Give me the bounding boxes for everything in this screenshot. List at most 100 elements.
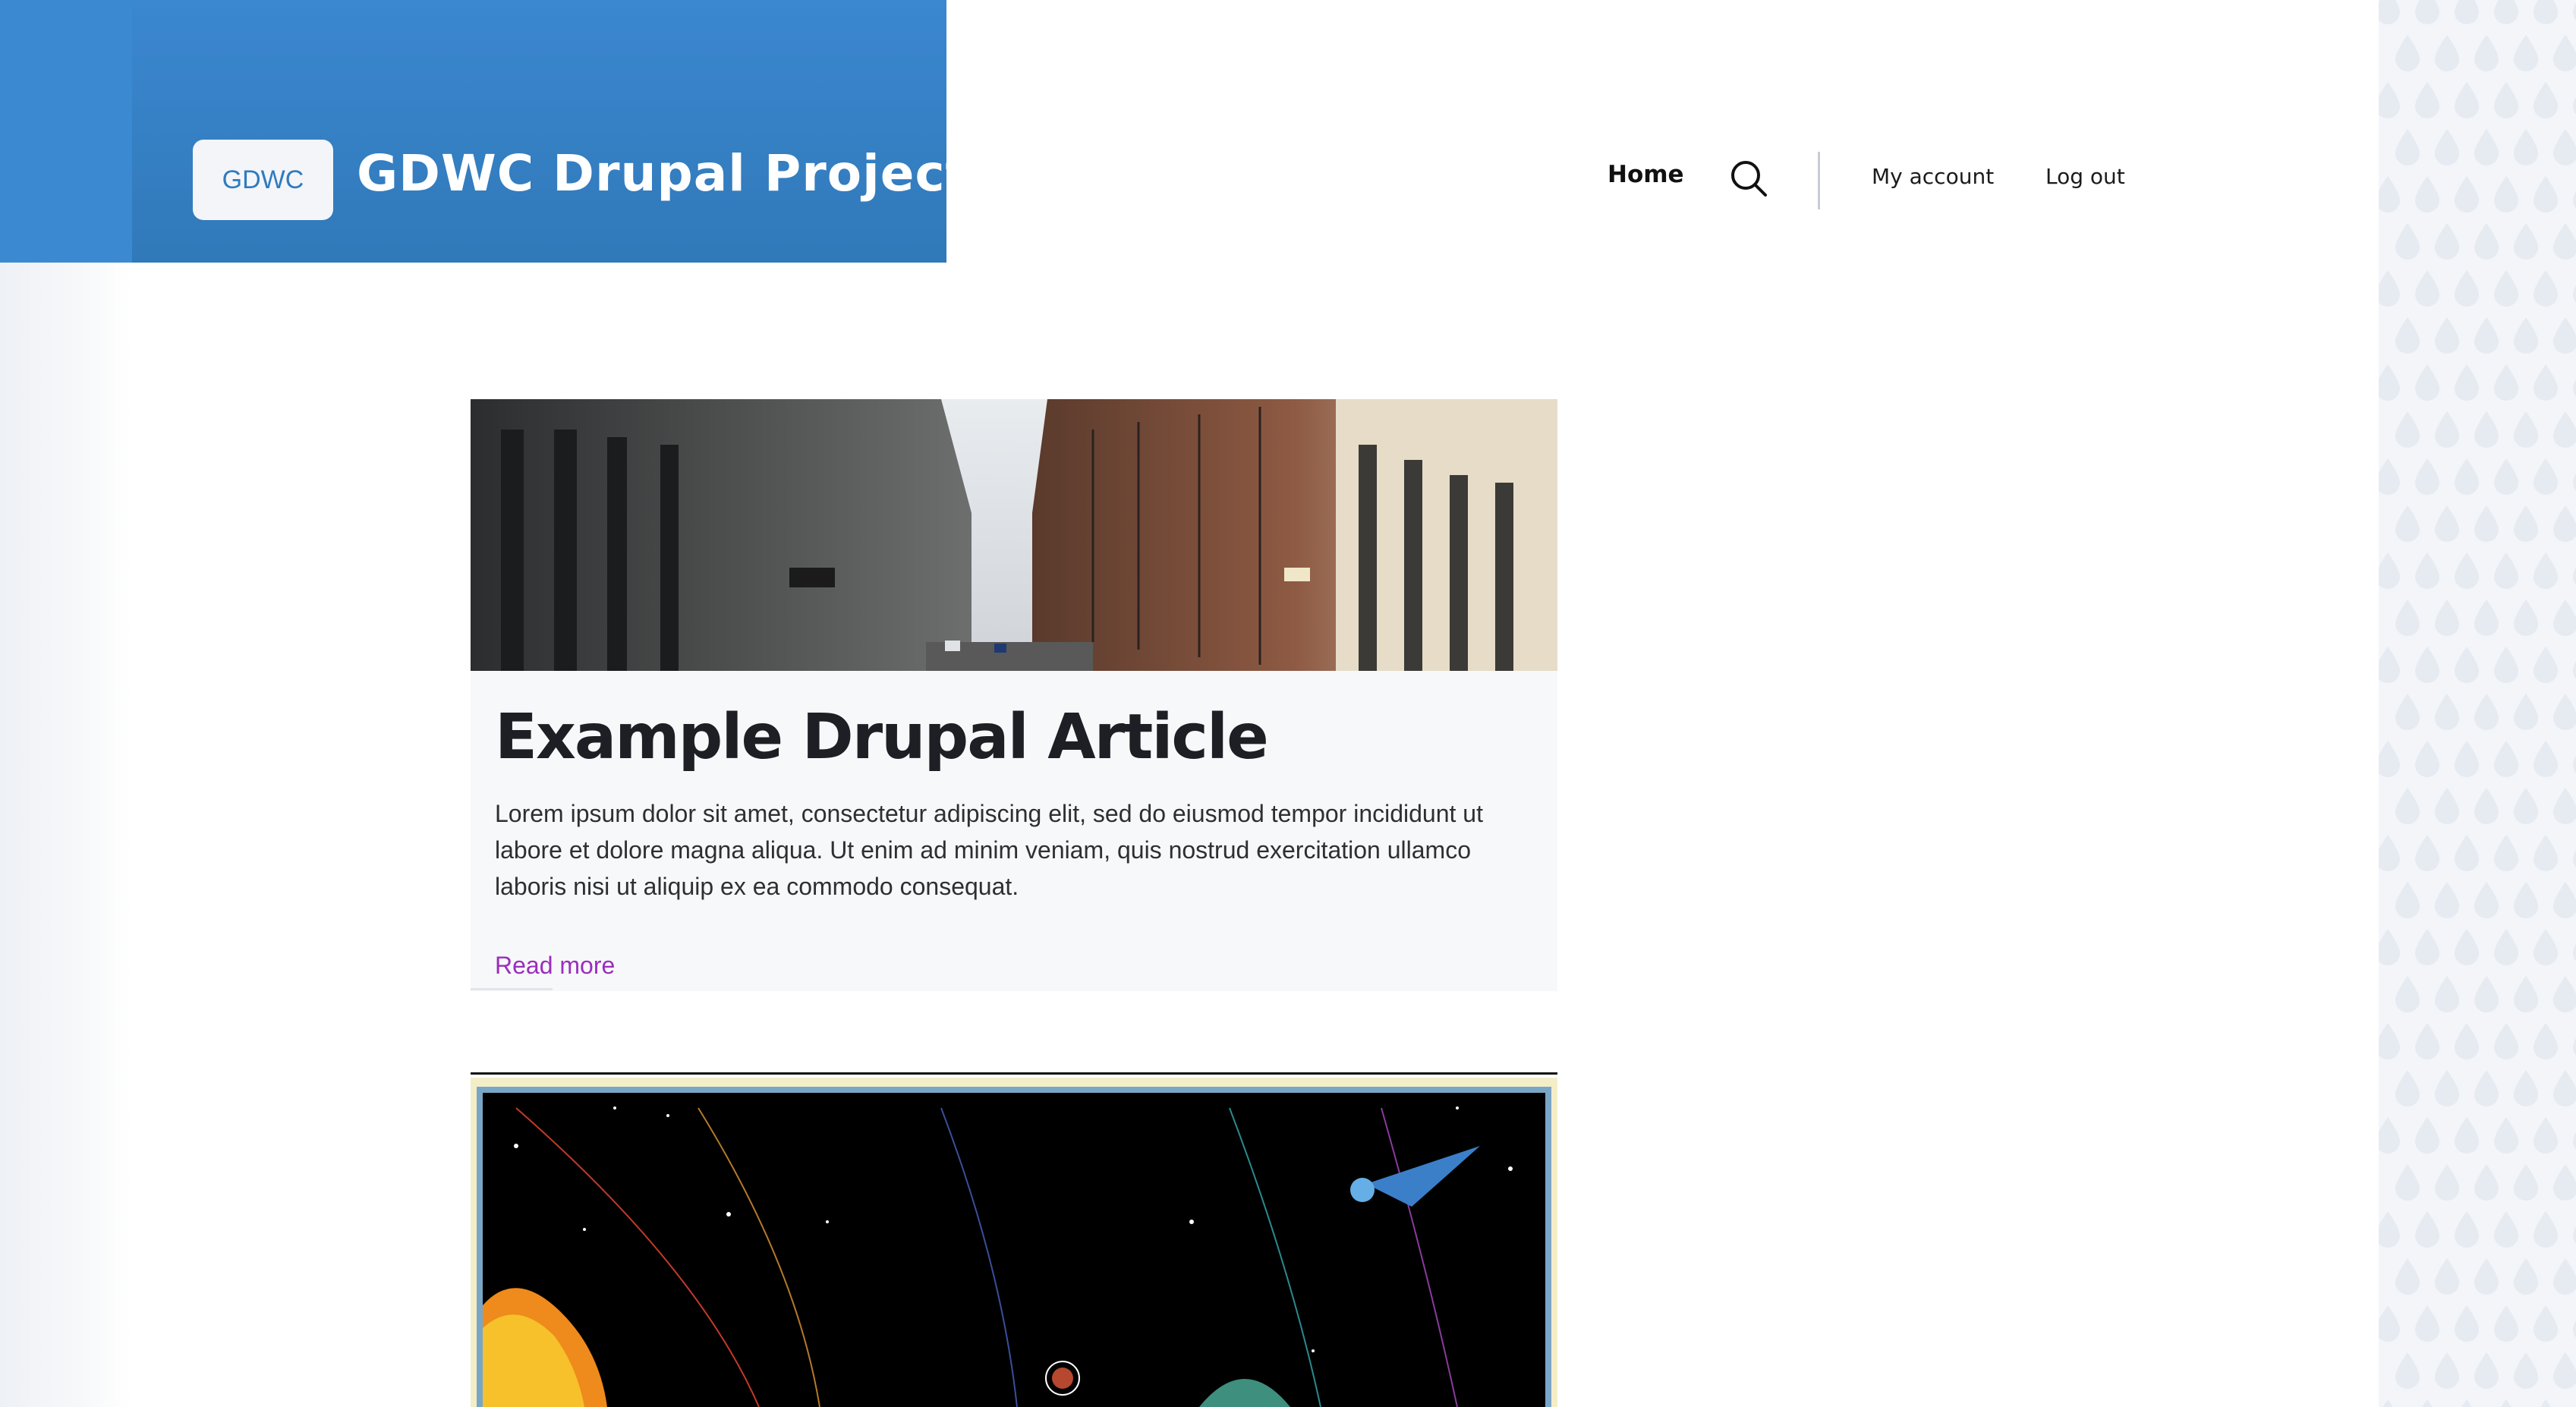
drop-shape (2533, 0, 2558, 24)
drop-shape (2395, 1258, 2420, 1295)
drop-shape (2435, 411, 2459, 448)
drop-shape (2533, 364, 2558, 401)
drop-shape (2395, 1070, 2420, 1106)
drop-shape (2379, 270, 2400, 307)
drop-shape (2533, 458, 2558, 495)
drop-shape (2474, 694, 2499, 730)
drop-shape (2415, 1117, 2439, 1154)
nav-log-out-link[interactable]: Log out (2045, 164, 2125, 189)
drop-shape (2415, 552, 2439, 589)
drop-shape (2553, 129, 2576, 165)
drop-shape (2573, 755, 2576, 773)
site-name[interactable]: GDWC Drupal Project (357, 144, 970, 203)
drop-shape (2514, 505, 2538, 542)
drop-shape (2474, 129, 2499, 165)
drop-shape (2533, 82, 2558, 118)
site-branding (132, 0, 946, 263)
drop-shape (2474, 35, 2499, 71)
drop-shape (2553, 317, 2576, 354)
nav-divider (1818, 152, 1820, 209)
drop-shape (2573, 943, 2576, 962)
drop-shape (2553, 35, 2576, 71)
drop-shape (2533, 1117, 2558, 1154)
drop-shape (2474, 1352, 2499, 1389)
drop-shape (2474, 317, 2499, 354)
drop-shape (2395, 317, 2420, 354)
drop-shape (2395, 788, 2420, 824)
drop-shape (2514, 1352, 2538, 1389)
drop-shape (2573, 849, 2576, 867)
decorative-drop-pattern (2379, 0, 2576, 1407)
drop-shape (2455, 741, 2479, 777)
drop-shape (2455, 552, 2479, 589)
read-more-link[interactable]: Read more (495, 952, 615, 980)
drop-shape (2379, 0, 2400, 24)
drop-shape (2494, 270, 2518, 307)
drop-shape (2379, 647, 2400, 683)
site-logo[interactable]: GDWC (193, 140, 333, 220)
article-title[interactable]: Example Drupal Article (495, 701, 1269, 773)
drop-shape (2474, 505, 2499, 542)
drop-shape (2415, 82, 2439, 118)
drop-shape (2379, 929, 2400, 965)
drop-shape (2573, 1132, 2576, 1150)
drop-shape (2573, 96, 2576, 115)
drop-shape (2435, 505, 2459, 542)
drop-shape (2415, 364, 2439, 401)
search-icon[interactable] (1730, 159, 1768, 197)
drop-shape (2553, 411, 2576, 448)
drop-shape (2474, 1070, 2499, 1106)
drop-shape (2395, 976, 2420, 1012)
drop-shape (2379, 458, 2400, 495)
drop-shape (2533, 647, 2558, 683)
drop-shape (2455, 1211, 2479, 1248)
drop-shape (2494, 1117, 2518, 1154)
second-article-image[interactable] (471, 1078, 1557, 1407)
drop-shape (2573, 379, 2576, 397)
drop-shape (2553, 600, 2576, 636)
article-divider (471, 1072, 1557, 1075)
drop-shape (2435, 600, 2459, 636)
drop-shape (2533, 552, 2558, 589)
drop-shape (2514, 882, 2538, 918)
drop-shape (2474, 223, 2499, 260)
drop-shape (2474, 882, 2499, 918)
drop-shape (2533, 835, 2558, 871)
drop-shape (2573, 473, 2576, 491)
drop-shape (2553, 1352, 2576, 1389)
drop-shape (2573, 2, 2576, 20)
drop-shape (2533, 929, 2558, 965)
drop-shape (2395, 1164, 2420, 1201)
left-gutter-header (0, 0, 132, 263)
drop-shape (2379, 364, 2400, 401)
nav-home-link[interactable]: Home (1608, 161, 1684, 188)
drop-shape (2514, 976, 2538, 1012)
drop-shape (2435, 976, 2459, 1012)
drop-shape (2494, 82, 2518, 118)
drop-shape (2455, 929, 2479, 965)
drop-shape (2553, 882, 2576, 918)
article-image[interactable] (471, 399, 1557, 671)
drop-shape (2455, 458, 2479, 495)
drop-shape (2501, 1399, 2511, 1407)
drop-shape (2455, 82, 2479, 118)
drop-shape (2494, 1305, 2518, 1342)
drop-shape (2435, 788, 2459, 824)
drop-shape (2455, 647, 2479, 683)
drop-shape (2533, 1305, 2558, 1342)
article-summary: Lorem ipsum dolor sit amet, consectetur … (495, 800, 1483, 900)
drop-shape (2494, 364, 2518, 401)
drop-shape (2540, 1399, 2551, 1407)
drop-shape (2514, 600, 2538, 636)
drop-shape (2514, 788, 2538, 824)
drop-shape (2435, 35, 2459, 71)
drop-shape (2568, 1396, 2576, 1407)
drop-shape (2573, 285, 2576, 303)
drop-shape (2455, 1117, 2479, 1154)
nav-my-account-link[interactable]: My account (1872, 164, 1994, 189)
drop-shape (2494, 647, 2518, 683)
drop-shape (2415, 176, 2439, 212)
card-underline (471, 988, 553, 990)
drop-shape (2455, 835, 2479, 871)
drop-shape (2514, 1164, 2538, 1201)
